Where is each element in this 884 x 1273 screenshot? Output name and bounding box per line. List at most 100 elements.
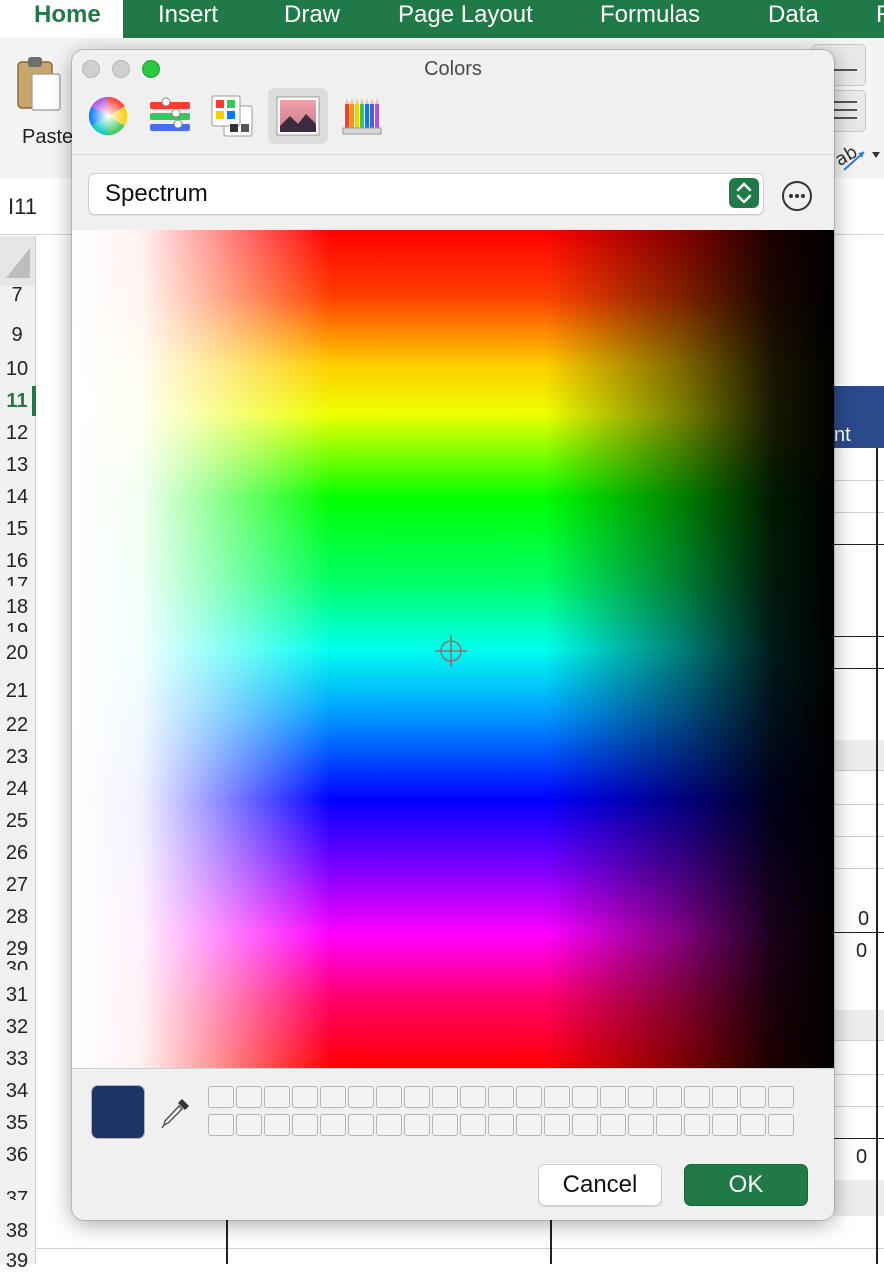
row-header[interactable]: 13 bbox=[0, 454, 34, 477]
tab-page-layout[interactable]: Page Layout bbox=[398, 0, 533, 38]
saved-color-slot[interactable] bbox=[320, 1086, 346, 1108]
tab-insert[interactable]: Insert bbox=[158, 0, 218, 38]
saved-color-slot[interactable] bbox=[516, 1114, 542, 1136]
saved-color-slot[interactable] bbox=[544, 1086, 570, 1108]
saved-color-slot[interactable] bbox=[544, 1114, 570, 1136]
saved-color-slot[interactable] bbox=[572, 1114, 598, 1136]
saved-color-slot[interactable] bbox=[740, 1114, 766, 1136]
saved-color-slot[interactable] bbox=[656, 1114, 682, 1136]
tab-review-partial[interactable]: R bbox=[876, 0, 884, 38]
orientation-icon[interactable]: ab bbox=[834, 140, 880, 174]
row-header[interactable]: 12 bbox=[0, 422, 34, 445]
row-header[interactable]: 37 bbox=[0, 1188, 34, 1200]
eyedropper-icon bbox=[161, 1099, 189, 1129]
saved-color-slot[interactable] bbox=[404, 1086, 430, 1108]
row-header[interactable]: 26 bbox=[0, 842, 34, 865]
saved-color-slot[interactable] bbox=[404, 1114, 430, 1136]
bottom-separator bbox=[72, 1068, 834, 1069]
saved-color-slot[interactable] bbox=[712, 1114, 738, 1136]
ellipsis-icon bbox=[789, 194, 805, 198]
palette-popup[interactable]: Spectrum bbox=[88, 173, 764, 215]
ok-button[interactable]: OK bbox=[684, 1164, 808, 1206]
row-header[interactable]: 21 bbox=[0, 680, 34, 703]
row-header[interactable]: 18 bbox=[0, 596, 34, 619]
saved-color-slot[interactable] bbox=[320, 1114, 346, 1136]
color-palettes-tab[interactable] bbox=[210, 94, 254, 138]
saved-color-slot[interactable] bbox=[740, 1086, 766, 1108]
saved-color-slot[interactable] bbox=[656, 1086, 682, 1108]
saved-color-slot[interactable] bbox=[376, 1114, 402, 1136]
row-header[interactable]: 30 bbox=[0, 958, 34, 970]
row-header[interactable]: 36 bbox=[0, 1144, 34, 1167]
row-header[interactable]: 15 bbox=[0, 518, 34, 541]
row-header[interactable]: 38 bbox=[0, 1220, 34, 1243]
row-header[interactable]: 23 bbox=[0, 746, 34, 769]
column-border bbox=[226, 1220, 228, 1264]
image-palettes-tab[interactable] bbox=[268, 88, 328, 144]
saved-color-slot[interactable] bbox=[208, 1086, 234, 1108]
saved-color-slot[interactable] bbox=[376, 1086, 402, 1108]
saved-color-slot[interactable] bbox=[488, 1114, 514, 1136]
saved-color-slot[interactable] bbox=[236, 1114, 262, 1136]
row-header[interactable]: 17 bbox=[0, 574, 34, 586]
row-header[interactable]: 35 bbox=[0, 1112, 34, 1135]
saved-color-slot[interactable] bbox=[768, 1114, 794, 1136]
saved-color-slot[interactable] bbox=[208, 1114, 234, 1136]
color-spectrum[interactable] bbox=[72, 230, 834, 1068]
row-header[interactable]: 32 bbox=[0, 1016, 34, 1039]
eyedropper-button[interactable] bbox=[160, 1096, 192, 1130]
saved-color-slot[interactable] bbox=[600, 1114, 626, 1136]
tab-draw[interactable]: Draw bbox=[284, 0, 340, 38]
palette-options-button[interactable] bbox=[782, 181, 812, 211]
saved-color-slot[interactable] bbox=[712, 1086, 738, 1108]
row-header[interactable]: 20 bbox=[0, 642, 34, 665]
cancel-button[interactable]: Cancel bbox=[538, 1164, 662, 1206]
saved-color-slot[interactable] bbox=[488, 1086, 514, 1108]
saved-color-slot[interactable] bbox=[292, 1114, 318, 1136]
row-header[interactable]: 24 bbox=[0, 778, 34, 801]
saved-color-slot[interactable] bbox=[348, 1086, 374, 1108]
row-header[interactable]: 7 bbox=[0, 284, 34, 307]
row-header[interactable]: 25 bbox=[0, 810, 34, 833]
tab-data[interactable]: Data bbox=[768, 0, 819, 38]
current-color-swatch[interactable] bbox=[92, 1086, 144, 1138]
tab-formulas[interactable]: Formulas bbox=[600, 0, 700, 38]
saved-color-slot[interactable] bbox=[432, 1086, 458, 1108]
saved-color-slot[interactable] bbox=[572, 1086, 598, 1108]
row-header[interactable]: 11 bbox=[0, 390, 34, 413]
saved-color-slot[interactable] bbox=[684, 1114, 710, 1136]
saved-color-slot[interactable] bbox=[628, 1114, 654, 1136]
row-header[interactable]: 33 bbox=[0, 1048, 34, 1071]
tab-home[interactable]: Home bbox=[0, 0, 123, 38]
saved-color-slot[interactable] bbox=[684, 1086, 710, 1108]
color-sliders-icon bbox=[150, 97, 190, 131]
name-box[interactable]: I11 bbox=[8, 194, 37, 220]
saved-color-slot[interactable] bbox=[236, 1086, 262, 1108]
saved-color-slot[interactable] bbox=[600, 1086, 626, 1108]
saved-color-slot[interactable] bbox=[628, 1086, 654, 1108]
color-wheel-tab[interactable] bbox=[86, 94, 130, 138]
paste-label: Paste bbox=[22, 126, 74, 148]
row-header[interactable]: 9 bbox=[0, 324, 34, 347]
row-header[interactable]: 39 bbox=[0, 1250, 34, 1273]
color-sliders-tab[interactable] bbox=[148, 94, 192, 138]
row-header[interactable]: 16 bbox=[0, 550, 34, 573]
saved-color-slot[interactable] bbox=[264, 1086, 290, 1108]
row-header[interactable]: 31 bbox=[0, 984, 34, 1007]
pencils-tab[interactable] bbox=[342, 94, 386, 138]
row-header[interactable]: 34 bbox=[0, 1080, 34, 1103]
saved-color-slot[interactable] bbox=[348, 1114, 374, 1136]
row-header[interactable]: 28 bbox=[0, 906, 34, 929]
row-header[interactable]: 14 bbox=[0, 486, 34, 509]
saved-color-slot[interactable] bbox=[460, 1086, 486, 1108]
saved-color-slot[interactable] bbox=[460, 1114, 486, 1136]
row-header[interactable]: 27 bbox=[0, 874, 34, 897]
row-header[interactable]: 19 bbox=[0, 620, 34, 632]
saved-color-slot[interactable] bbox=[516, 1086, 542, 1108]
row-header[interactable]: 10 bbox=[0, 358, 34, 381]
saved-color-slot[interactable] bbox=[264, 1114, 290, 1136]
row-header[interactable]: 22 bbox=[0, 714, 34, 737]
saved-color-slot[interactable] bbox=[768, 1086, 794, 1108]
saved-color-slot[interactable] bbox=[292, 1086, 318, 1108]
saved-color-slot[interactable] bbox=[432, 1114, 458, 1136]
